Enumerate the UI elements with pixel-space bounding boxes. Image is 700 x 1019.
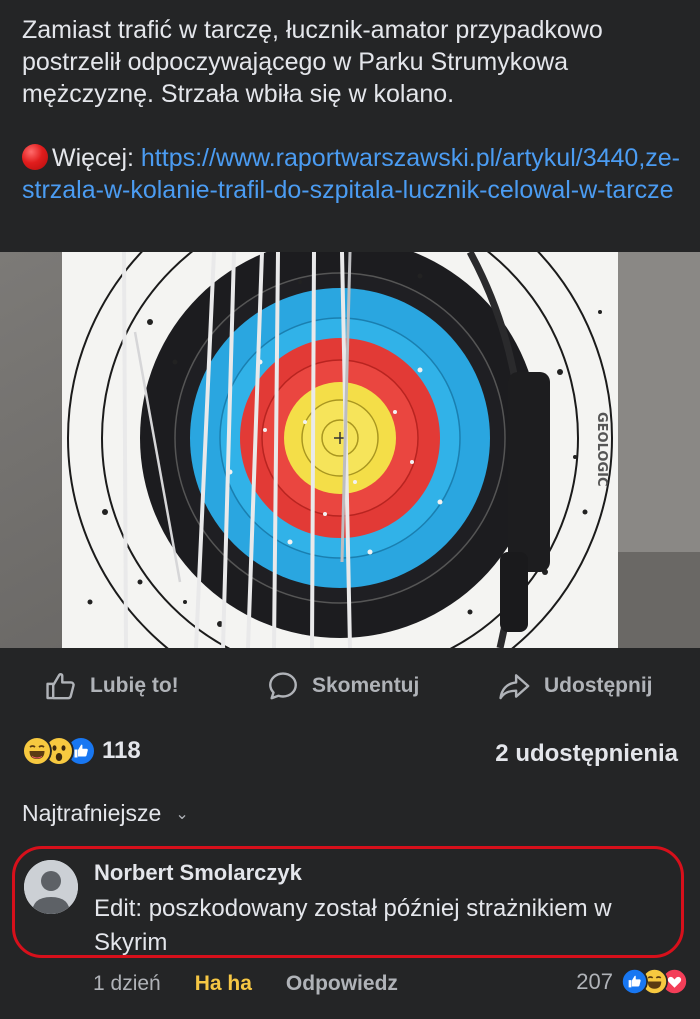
chevron-down-icon: ⌄ xyxy=(175,805,189,823)
haha-reaction-button[interactable]: Ha ha xyxy=(195,972,252,996)
comment-bubble-icon xyxy=(269,672,297,700)
like-button[interactable]: Lubię to! xyxy=(44,666,179,706)
comment-time[interactable]: 1 dzień xyxy=(93,972,161,996)
like-icon xyxy=(621,968,648,995)
post-more-line: Więcej: https://www.raportwarszawski.pl/… xyxy=(22,142,682,206)
post-body: Zamiast trafić w tarczę, łucznik-amator … xyxy=(22,16,603,108)
share-button[interactable]: Udostępnij xyxy=(496,666,653,706)
reaction-summary[interactable]: 118 xyxy=(22,736,141,766)
sort-label: Najtrafniejsze xyxy=(22,800,162,826)
comment-author[interactable]: Norbert Smolarczyk xyxy=(94,860,302,886)
reaction-count: 118 xyxy=(102,737,141,764)
thumbs-up-icon xyxy=(46,673,75,700)
share-arrow-icon xyxy=(499,674,530,700)
default-avatar-icon xyxy=(24,860,78,914)
like-label: Lubię to! xyxy=(90,674,179,697)
geologic-brand: GEOLOGIC xyxy=(594,412,609,487)
post-photo[interactable]: GEOLOGIC xyxy=(0,252,700,648)
red-circle-icon xyxy=(22,144,48,170)
comment-button[interactable]: Skomentuj xyxy=(266,666,419,706)
post-text: Zamiast trafić w tarczę, łucznik-amator … xyxy=(22,14,682,206)
comment-text: Edit: poszkodowany został później strażn… xyxy=(94,895,612,956)
more-label: Więcej: xyxy=(52,144,141,172)
post-actions-bar: Lubię to! Skomentuj Udostępnij xyxy=(0,660,700,708)
avatar[interactable] xyxy=(24,860,78,914)
haha-icon xyxy=(22,736,52,766)
comment-label: Skomentuj xyxy=(312,674,420,697)
comment-reaction-count: 207 xyxy=(576,968,613,994)
comment-meta: 1 dzień Ha ha Odpowiedz xyxy=(93,972,432,996)
comments-sort-selector[interactable]: Najtrafniejsze ⌄ xyxy=(22,800,189,827)
post-stats: 118 2 udostępnienia xyxy=(22,736,678,772)
archery-target-image: GEOLOGIC xyxy=(0,252,700,648)
reply-button[interactable]: Odpowiedz xyxy=(286,972,398,996)
share-count[interactable]: 2 udostępnienia xyxy=(495,740,678,768)
comment-reactions[interactable]: 207 xyxy=(576,968,688,995)
share-label: Udostępnij xyxy=(544,674,653,697)
